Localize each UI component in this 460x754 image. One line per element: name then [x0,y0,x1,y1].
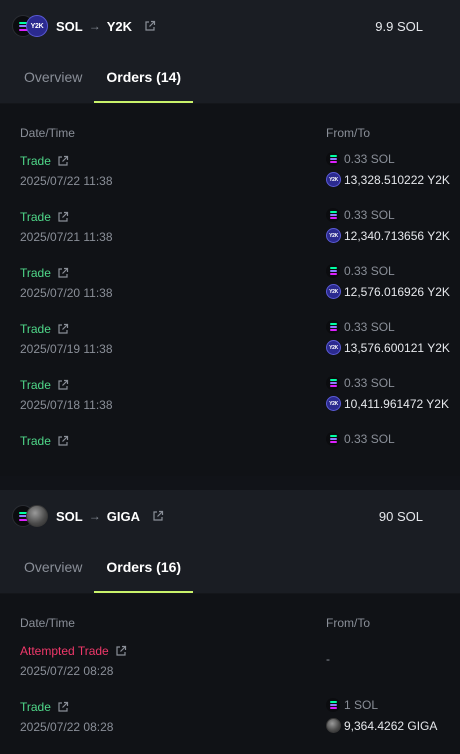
y2k-token-icon: Y2K [326,284,341,299]
tab-overview[interactable]: Overview [12,541,94,593]
solana-icon [326,698,340,712]
order-date: 2025/07/20 11:38 [20,286,113,300]
to-token-label: Y2K [106,18,133,34]
external-link-icon[interactable] [144,20,156,32]
token-pair-icons: Y2K [12,15,48,37]
tab-orders[interactable]: Orders (14) [94,51,193,103]
arrow-icon: → [88,19,101,33]
order-row: Attempted Trade 2025/07/22 08:28 - [0,634,460,690]
external-link-icon[interactable] [57,379,69,391]
orders-list: Date/Time From/To Attempted Trade 2025/0… [0,594,460,754]
pair-label: SOL → GIGA [56,509,164,524]
trade-status-link[interactable]: Trade [20,322,69,336]
order-row: Trade 2025/07/20 11:38 0.33 SOL Y2K 12,57… [0,256,460,312]
order-amount: 9.9 SOL [375,18,423,34]
card-header[interactable]: Y2K SOL → Y2K 9.9 SOL [0,0,460,52]
trade-status-link[interactable]: Trade [20,266,69,280]
order-date: 2025/07/22 08:28 [20,664,114,678]
from-amount: 1 SOL [326,698,378,712]
solana-icon [326,264,340,278]
solana-icon [326,376,340,390]
empty-value: - [326,652,330,666]
solana-icon [326,152,340,166]
orders-table-header: Date/Time From/To [0,104,460,144]
card-header[interactable]: SOL → GIGA 90 SOL [0,490,460,542]
order-card-giga: SOL → GIGA 90 SOL Overview Orders (16) D… [0,490,460,754]
from-amount: 0.33 SOL [326,208,395,222]
solana-icon [326,432,340,446]
tab-overview[interactable]: Overview [12,51,94,103]
order-row: Trade 2025/07/21 11:38 0.33 SOL Y2K 12,34… [0,200,460,256]
y2k-token-icon: Y2K [326,340,341,355]
order-row: Trade 2025/07/22 08:28 1 SOL 9,364.4262 … [0,690,460,746]
from-amount: 0.33 SOL [326,432,395,446]
external-link-icon[interactable] [57,267,69,279]
order-date: 2025/07/21 11:38 [20,230,113,244]
tab-bar: Overview Orders (14) [0,52,460,104]
order-date: 2025/07/22 08:28 [20,720,114,734]
to-token-label: GIGA [106,508,140,524]
from-amount: 0.33 SOL [326,320,395,334]
to-amount: Y2K 13,576.600121 Y2K [326,340,450,355]
external-link-icon[interactable] [57,435,69,447]
y2k-token-icon: Y2K [326,396,341,411]
external-link-icon[interactable] [57,155,69,167]
external-link-icon[interactable] [152,510,164,522]
giga-token-icon [326,718,341,733]
orders-list: Date/Time From/To Trade 2025/07/22 11:38… [0,104,460,476]
from-token-label: SOL [56,18,83,34]
tab-orders[interactable]: Orders (16) [94,541,193,593]
order-date: 2025/07/19 11:38 [20,342,113,356]
y2k-token-icon: Y2K [326,172,341,187]
y2k-token-icon: Y2K [326,228,341,243]
trade-status-link[interactable]: Trade [20,378,69,392]
order-row: Trade 0.33 SOL [0,424,460,466]
to-amount: Y2K 13,328.510222 Y2K [326,172,450,187]
order-row: Trade 2025/07/18 11:38 0.33 SOL Y2K 10,41… [0,368,460,424]
arrow-icon: → [88,509,101,523]
external-link-icon[interactable] [57,211,69,223]
external-link-icon[interactable] [115,645,127,657]
y2k-token-icon: Y2K [26,15,48,37]
external-link-icon[interactable] [57,701,69,713]
trade-status-link[interactable]: Trade [20,700,69,714]
order-row: Trade 2025/07/19 11:38 0.33 SOL Y2K 13,57… [0,312,460,368]
from-amount: 0.33 SOL [326,152,395,166]
order-amount: 90 SOL [378,508,423,524]
column-datetime: Date/Time [20,616,75,630]
trade-status-link[interactable]: Trade [20,210,69,224]
to-amount: Y2K 12,340.713656 Y2K [326,228,450,243]
column-datetime: Date/Time [20,126,75,140]
external-link-icon[interactable] [57,323,69,335]
column-from-to: From/To [326,126,371,140]
attempted-trade-status-link[interactable]: Attempted Trade [20,644,127,658]
order-date: 2025/07/18 11:38 [20,398,113,412]
to-amount: Y2K 12,576.016926 Y2K [326,284,450,299]
from-token-label: SOL [56,508,83,524]
order-card-y2k: Y2K SOL → Y2K 9.9 SOL Overview Orders (1… [0,0,460,476]
solana-icon [326,208,340,222]
order-date: 2025/07/22 11:38 [20,174,113,188]
from-amount: 0.33 SOL [326,376,395,390]
orders-table-header: Date/Time From/To [0,594,460,634]
card-separator [0,476,460,490]
pair-label: SOL → Y2K [56,19,156,34]
solana-icon [326,320,340,334]
token-pair-icons [12,505,48,527]
from-amount: 0.33 SOL [326,264,395,278]
to-amount: Y2K 10,411.961472 Y2K [326,396,449,411]
trade-status-link[interactable]: Trade [20,434,69,448]
column-from-to: From/To [326,616,371,630]
trade-status-link[interactable]: Trade [20,154,69,168]
giga-token-icon [26,505,48,527]
tab-bar: Overview Orders (16) [0,542,460,594]
to-amount: 9,364.4262 GIGA [326,718,437,733]
order-row: Trade 2025/07/22 11:38 0.33 SOL Y2K 13,32… [0,144,460,200]
